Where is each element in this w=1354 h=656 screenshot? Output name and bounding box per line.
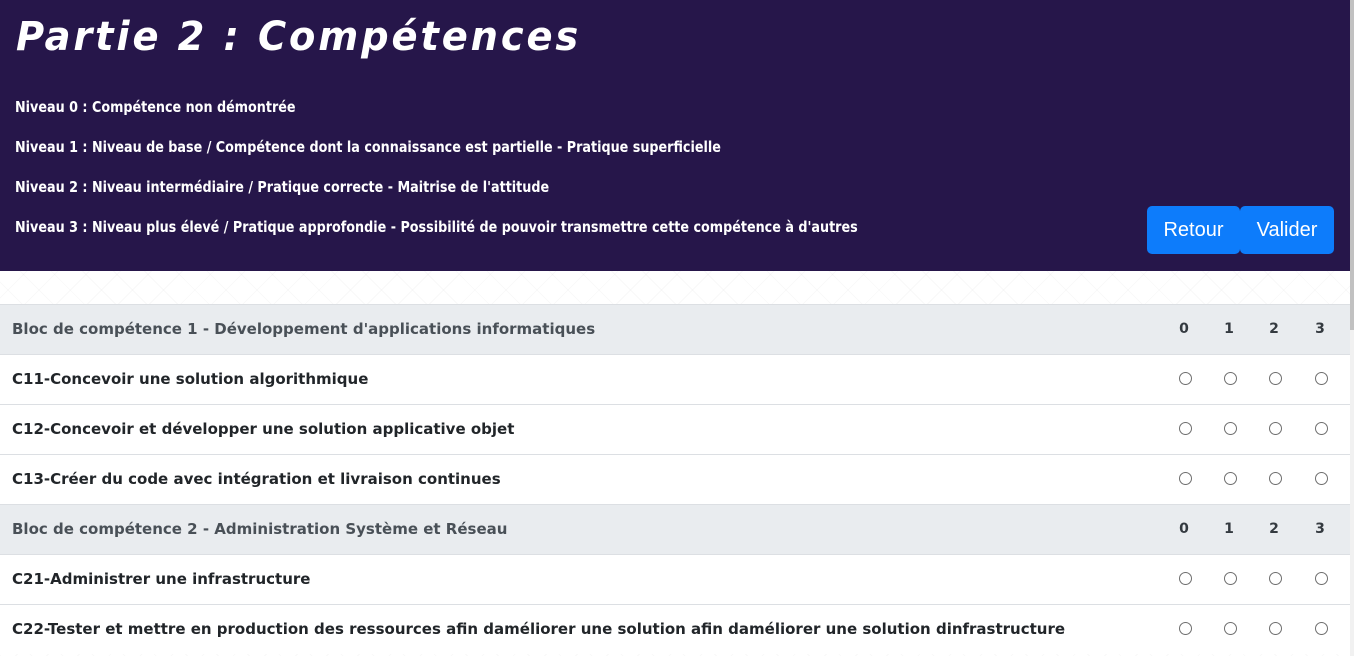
level-3-radio[interactable] bbox=[1315, 422, 1328, 435]
level-2-radio[interactable] bbox=[1269, 572, 1282, 585]
level-0-radio[interactable] bbox=[1179, 622, 1192, 635]
block-header-row: Bloc de compétence 2 - Administration Sy… bbox=[0, 504, 1350, 554]
level-3-description: Niveau 3 : Niveau plus élevé / Pratique … bbox=[15, 218, 858, 236]
level-1-radio[interactable] bbox=[1224, 622, 1237, 635]
competences-table: Bloc de compétence 1 - Développement d'a… bbox=[0, 304, 1350, 654]
level-column-header-1: 1 bbox=[1224, 321, 1234, 337]
vertical-scrollbar[interactable] bbox=[1350, 0, 1354, 656]
level-2-radio[interactable] bbox=[1269, 372, 1282, 385]
block-title: Bloc de compétence 1 - Développement d'a… bbox=[12, 320, 596, 338]
level-1-radio[interactable] bbox=[1224, 372, 1237, 385]
level-0-radio[interactable] bbox=[1179, 472, 1192, 485]
level-2-description: Niveau 2 : Niveau intermédiaire / Pratiq… bbox=[15, 178, 550, 196]
block-title: Bloc de compétence 2 - Administration Sy… bbox=[12, 520, 508, 538]
level-3-radio[interactable] bbox=[1315, 622, 1328, 635]
level-column-header-3: 3 bbox=[1315, 521, 1325, 537]
page-title: Partie 2 : Compétences bbox=[16, 14, 582, 60]
competence-row: C22-Tester et mettre en production des r… bbox=[0, 604, 1350, 654]
level-column-header-3: 3 bbox=[1315, 321, 1325, 337]
level-column-header-0: 0 bbox=[1179, 521, 1189, 537]
competence-label: C13-Créer du code avec intégration et li… bbox=[12, 470, 501, 488]
level-column-header-2: 2 bbox=[1269, 321, 1279, 337]
competence-label: C11-Concevoir une solution algorithmique bbox=[12, 370, 369, 388]
level-1-description: Niveau 1 : Niveau de base / Compétence d… bbox=[15, 138, 721, 156]
level-3-radio[interactable] bbox=[1315, 372, 1328, 385]
header-banner: Partie 2 : Compétences Niveau 0 : Compét… bbox=[0, 0, 1350, 271]
level-0-radio[interactable] bbox=[1179, 572, 1192, 585]
retour-button[interactable]: Retour bbox=[1147, 206, 1240, 254]
competence-row: C13-Créer du code avec intégration et li… bbox=[0, 454, 1350, 504]
level-2-radio[interactable] bbox=[1269, 472, 1282, 485]
level-3-radio[interactable] bbox=[1315, 572, 1328, 585]
competence-label: C12-Concevoir et développer une solution… bbox=[12, 420, 515, 438]
level-0-radio[interactable] bbox=[1179, 372, 1192, 385]
level-column-header-1: 1 bbox=[1224, 521, 1234, 537]
level-0-radio[interactable] bbox=[1179, 422, 1192, 435]
competence-label: C22-Tester et mettre en production des r… bbox=[12, 620, 1066, 638]
level-1-radio[interactable] bbox=[1224, 572, 1237, 585]
level-1-radio[interactable] bbox=[1224, 422, 1237, 435]
competence-label: C21-Administrer une infrastructure bbox=[12, 570, 311, 588]
valider-button[interactable]: Valider bbox=[1240, 206, 1334, 254]
level-column-header-0: 0 bbox=[1179, 321, 1189, 337]
level-0-description: Niveau 0 : Compétence non démontrée bbox=[15, 98, 296, 116]
competence-row: C11-Concevoir une solution algorithmique bbox=[0, 354, 1350, 404]
level-1-radio[interactable] bbox=[1224, 472, 1237, 485]
block-header-row: Bloc de compétence 1 - Développement d'a… bbox=[0, 304, 1350, 354]
scrollbar-thumb[interactable] bbox=[1350, 0, 1354, 330]
level-3-radio[interactable] bbox=[1315, 472, 1328, 485]
competence-row: C12-Concevoir et développer une solution… bbox=[0, 404, 1350, 454]
level-2-radio[interactable] bbox=[1269, 422, 1282, 435]
competences-page: Partie 2 : Compétences Niveau 0 : Compét… bbox=[0, 0, 1354, 656]
level-column-header-2: 2 bbox=[1269, 521, 1279, 537]
competence-row: C21-Administrer une infrastructure bbox=[0, 554, 1350, 604]
level-2-radio[interactable] bbox=[1269, 622, 1282, 635]
